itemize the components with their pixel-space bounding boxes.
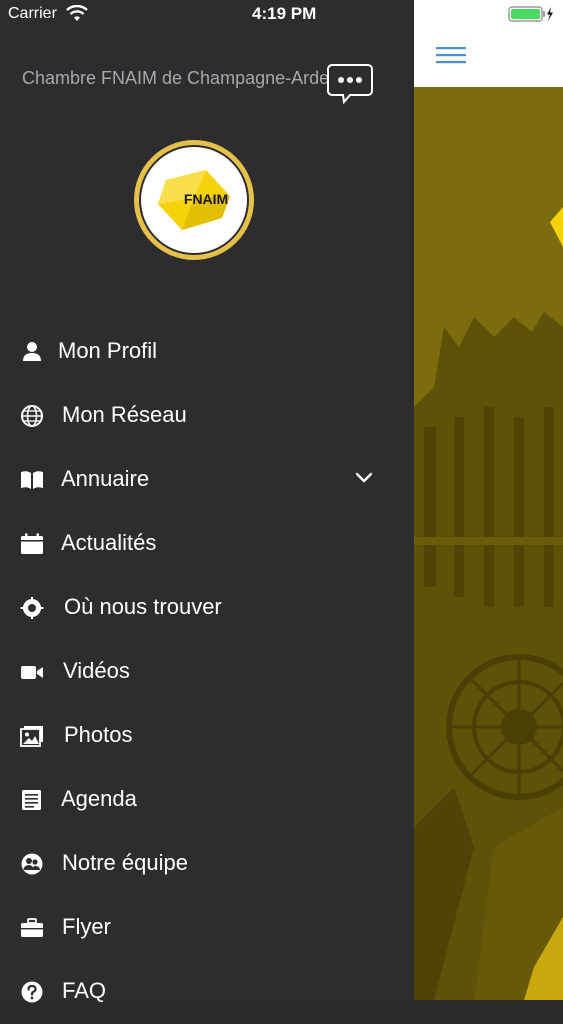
book-icon bbox=[21, 471, 43, 489]
menu-item-notre-equipe[interactable]: Notre équipe bbox=[0, 832, 414, 896]
briefcase-icon bbox=[21, 918, 43, 937]
menu-label: FAQ bbox=[62, 978, 107, 1003]
notepad-icon bbox=[22, 790, 41, 810]
menu-label: Photos bbox=[64, 722, 133, 747]
video-camera-icon bbox=[21, 666, 43, 679]
battery-charging-icon bbox=[508, 6, 553, 22]
menu-item-actualites[interactable]: Actualités bbox=[0, 512, 414, 576]
user-icon bbox=[23, 342, 41, 361]
menu-item-mon-reseau[interactable]: Mon Réseau bbox=[0, 384, 414, 448]
menu-item-videos[interactable]: Vidéos bbox=[0, 640, 414, 704]
fnaim-logo: FNAIM bbox=[132, 138, 256, 262]
carrier-label: Carrier bbox=[8, 5, 57, 22]
logo-text: FNAIM bbox=[184, 191, 228, 207]
wifi-icon bbox=[66, 5, 88, 21]
menu-item-annuaire[interactable]: Annuaire bbox=[0, 448, 414, 512]
menu-label: Vidéos bbox=[63, 658, 130, 683]
side-drawer: Chambre FNAIM de Champagne-Ardenne FNAIM… bbox=[0, 0, 414, 1003]
globe-icon bbox=[21, 405, 43, 427]
menu-label: Flyer bbox=[62, 914, 111, 939]
calendar-icon bbox=[21, 533, 43, 554]
location-icon bbox=[20, 597, 44, 619]
main-content bbox=[414, 0, 563, 1000]
menu-label: Annuaire bbox=[61, 466, 150, 491]
chat-bubble-icon bbox=[327, 64, 373, 105]
status-bar: Carrier 4:19 PM bbox=[0, 0, 563, 30]
status-time: 4:19 PM bbox=[252, 4, 317, 23]
team-icon bbox=[21, 853, 43, 875]
menu-label: Notre équipe bbox=[62, 850, 188, 875]
menu-label: Mon Profil bbox=[58, 338, 158, 363]
menu-item-mon-profil[interactable]: Mon Profil bbox=[0, 320, 414, 384]
cathedral-background-image bbox=[414, 87, 563, 1000]
organization-title: Chambre FNAIM de Champagne-Ardenne bbox=[22, 68, 352, 88]
menu-item-agenda[interactable]: Agenda bbox=[0, 768, 414, 832]
menu-item-faq[interactable]: FAQ bbox=[0, 960, 414, 1024]
chevron-down-icon[interactable] bbox=[354, 470, 374, 486]
menu-item-flyer[interactable]: Flyer bbox=[0, 896, 414, 960]
navigation-menu: Mon Profil Mon Réseau Annuaire Actualité… bbox=[0, 320, 414, 1024]
menu-label: Actualités bbox=[61, 530, 157, 555]
menu-item-photos[interactable]: Photos bbox=[0, 704, 414, 768]
menu-item-ou-nous-trouver[interactable]: Où nous trouver bbox=[0, 576, 414, 640]
photos-icon bbox=[20, 726, 43, 747]
menu-label: Mon Réseau bbox=[62, 402, 187, 427]
chat-button[interactable] bbox=[324, 62, 374, 106]
hamburger-menu-icon[interactable] bbox=[436, 44, 466, 66]
menu-label: Où nous trouver bbox=[64, 594, 222, 619]
menu-label: Agenda bbox=[61, 786, 137, 811]
